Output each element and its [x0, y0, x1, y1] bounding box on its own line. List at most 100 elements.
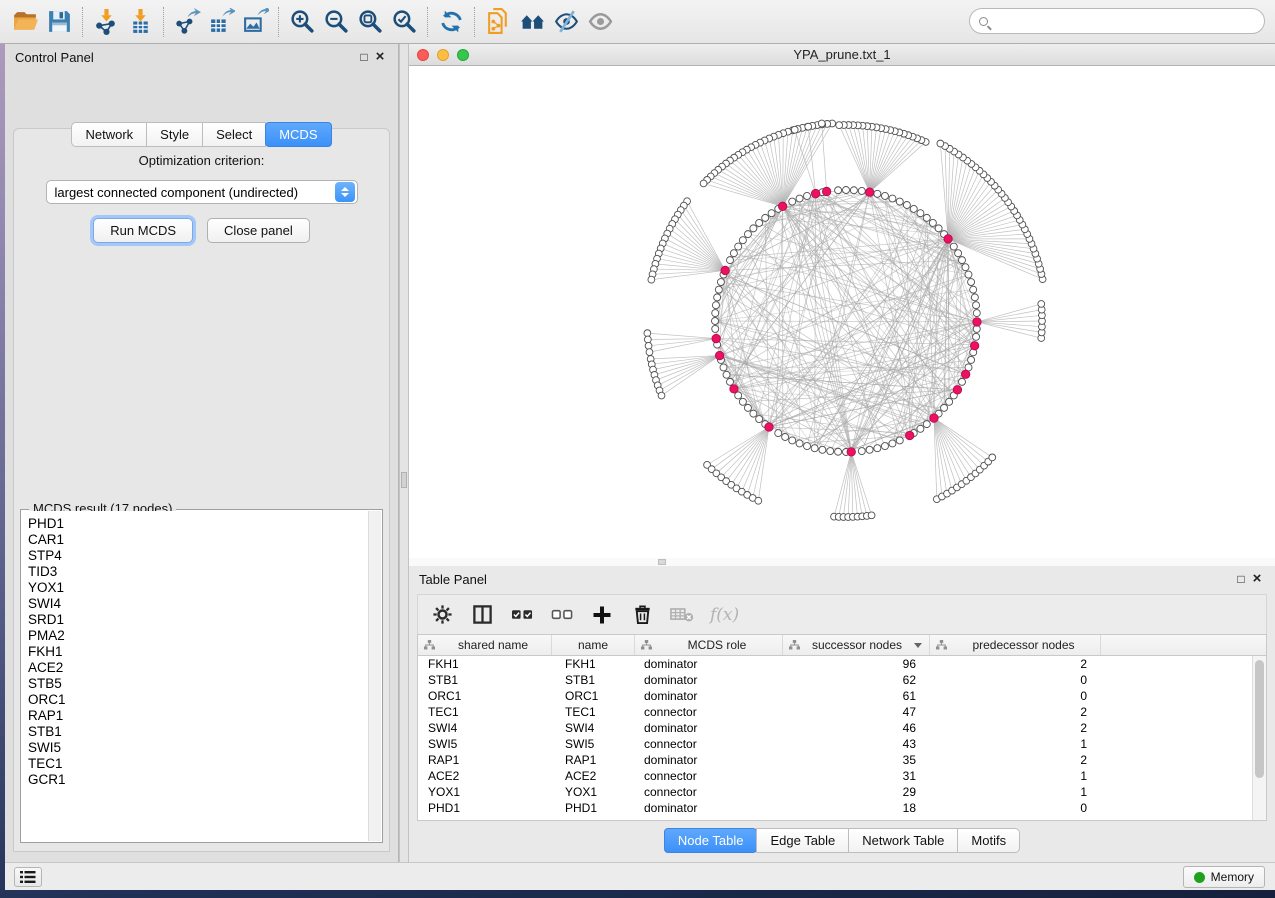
table-row[interactable]: FKH1FKH1dominator962 — [418, 656, 1252, 672]
open-session-icon[interactable] — [8, 5, 42, 39]
mcds-result-scrollbar[interactable] — [368, 511, 381, 841]
tab-select[interactable]: Select — [202, 122, 266, 147]
criterion-dropdown[interactable]: largest connected component (undirected) — [46, 180, 358, 204]
status-bar: Memory — [5, 862, 1275, 890]
table-row[interactable]: PHD1PHD1dominator180 — [418, 800, 1252, 816]
run-mcds-button[interactable]: Run MCDS — [93, 218, 193, 243]
mcds-result-item[interactable]: STB5 — [28, 676, 368, 692]
mcds-result-item[interactable]: SWI4 — [28, 596, 368, 612]
mcds-result-list[interactable]: PHD1CAR1STP4TID3YOX1SWI4SRD1PMA2FKH1ACE2… — [22, 511, 368, 841]
tab-node-table[interactable]: Node Table — [664, 828, 758, 853]
control-panel-float-button[interactable]: □ — [356, 49, 372, 65]
zoom-in-icon[interactable] — [285, 5, 319, 39]
export-image-icon[interactable] — [238, 5, 272, 39]
table-row[interactable]: RAP1RAP1dominator352 — [418, 752, 1252, 768]
mcds-result-item[interactable]: SWI5 — [28, 740, 368, 756]
zoom-selected-icon[interactable] — [387, 5, 421, 39]
splitter-grip[interactable] — [658, 559, 666, 565]
mcds-result-item[interactable]: YOX1 — [28, 580, 368, 596]
memory-button[interactable]: Memory — [1183, 866, 1265, 888]
window-close-icon[interactable] — [417, 49, 429, 61]
desktop: Control Panel □ × NetworkStyleSelectMCDS… — [0, 0, 1275, 898]
table-row[interactable]: YOX1YOX1connector291 — [418, 784, 1252, 800]
column-header-predecessor-nodes[interactable]: predecessor nodes — [930, 635, 1101, 655]
search-icon — [979, 17, 988, 26]
tab-network-table[interactable]: Network Table — [848, 828, 958, 853]
table-panel-float-button[interactable]: □ — [1233, 571, 1249, 587]
deselect-all-icon[interactable] — [550, 603, 574, 627]
table-panel-close-button[interactable]: × — [1249, 571, 1265, 587]
node-table: shared namenameMCDS rolesuccessor nodesp… — [417, 634, 1267, 821]
tab-network[interactable]: Network — [71, 122, 147, 147]
control-panel-tabs: NetworkStyleSelectMCDS — [5, 122, 398, 147]
tab-mcds[interactable]: MCDS — [265, 122, 331, 147]
hide-selected-eye-icon[interactable] — [549, 5, 583, 39]
tab-edge-table[interactable]: Edge Table — [756, 828, 849, 853]
search-input[interactable] — [994, 11, 1264, 31]
add-row-plus-icon[interactable] — [590, 603, 614, 627]
settings-gear-icon[interactable] — [430, 603, 454, 627]
mcds-result-item[interactable]: PMA2 — [28, 628, 368, 644]
import-network-icon[interactable] — [89, 5, 123, 39]
close-panel-button[interactable]: Close panel — [207, 218, 310, 243]
network-canvas[interactable] — [409, 66, 1275, 557]
mcds-result-item[interactable]: PHD1 — [28, 516, 368, 532]
table-row[interactable]: ACE2ACE2connector311 — [418, 768, 1252, 784]
task-history-button[interactable] — [14, 867, 42, 887]
table-scrollbar[interactable] — [1252, 656, 1266, 820]
optimization-criterion-label: Optimization criterion: — [14, 153, 389, 168]
network-view-window: YPA_prune.txt_1 — [409, 44, 1275, 558]
delete-row-trash-icon[interactable] — [630, 603, 654, 627]
function-builder-icon[interactable]: f(x) — [710, 605, 739, 625]
show-columns-icon[interactable] — [470, 603, 494, 627]
tab-motifs[interactable]: Motifs — [957, 828, 1020, 853]
column-header-name[interactable]: name — [552, 635, 635, 655]
zoom-fit-icon[interactable] — [353, 5, 387, 39]
mcds-result-item[interactable]: STB1 — [28, 724, 368, 740]
column-header-successor-nodes[interactable]: successor nodes — [783, 635, 930, 655]
horizontal-splitter[interactable] — [409, 558, 1275, 566]
mcds-result-item[interactable]: RAP1 — [28, 708, 368, 724]
table-row[interactable]: SWI4SWI4dominator462 — [418, 720, 1252, 736]
mcds-result-item[interactable]: FKH1 — [28, 644, 368, 660]
zoom-out-icon[interactable] — [319, 5, 353, 39]
duplicate-network-icon[interactable] — [481, 5, 515, 39]
select-all-icon[interactable] — [510, 603, 534, 627]
mcds-result-item[interactable]: GCR1 — [28, 772, 368, 788]
import-table-icon[interactable] — [123, 5, 157, 39]
export-network-icon[interactable] — [170, 5, 204, 39]
save-session-icon[interactable] — [42, 5, 76, 39]
table-row[interactable]: TEC1TEC1connector472 — [418, 704, 1252, 720]
show-all-houses-icon[interactable] — [515, 5, 549, 39]
search-field[interactable] — [969, 8, 1265, 34]
main-toolbar — [0, 0, 1275, 44]
mcds-result-item[interactable]: STP4 — [28, 548, 368, 564]
export-table-icon[interactable] — [204, 5, 238, 39]
window-maximize-icon[interactable] — [457, 49, 469, 61]
refresh-icon[interactable] — [434, 5, 468, 39]
mcds-result-item[interactable]: CAR1 — [28, 532, 368, 548]
mcds-result-item[interactable]: SRD1 — [28, 612, 368, 628]
mcds-result-item[interactable]: TID3 — [28, 564, 368, 580]
show-hidden-eye-icon[interactable] — [583, 5, 617, 39]
table-row[interactable]: ORC1ORC1dominator610 — [418, 688, 1252, 704]
control-panel-close-button[interactable]: × — [372, 49, 388, 65]
mcds-result-item[interactable]: TEC1 — [28, 756, 368, 772]
table-scrollbar-thumb[interactable] — [1255, 660, 1264, 778]
control-panel: Control Panel □ × NetworkStyleSelectMCDS… — [5, 44, 399, 862]
delete-table-icon[interactable] — [670, 603, 694, 627]
column-header-shared-name[interactable]: shared name — [418, 635, 552, 655]
network-title: YPA_prune.txt_1 — [409, 47, 1275, 62]
table-panel-tabs: Node TableEdge TableNetwork TableMotifs — [409, 828, 1275, 853]
mcds-result-item[interactable]: ORC1 — [28, 692, 368, 708]
table-panel: Table Panel □ × f(x) shared namenameMCDS… — [409, 566, 1275, 862]
table-row[interactable]: STB1STB1dominator620 — [418, 672, 1252, 688]
table-row[interactable]: SWI5SWI5connector431 — [418, 736, 1252, 752]
mcds-result-item[interactable]: ACE2 — [28, 660, 368, 676]
toolbar-separator — [427, 7, 428, 37]
tab-style[interactable]: Style — [146, 122, 203, 147]
column-header-MCDS-role[interactable]: MCDS role — [635, 635, 783, 655]
vertical-splitter[interactable] — [399, 44, 409, 862]
window-minimize-icon[interactable] — [437, 49, 449, 61]
splitter-grip[interactable] — [401, 472, 407, 488]
